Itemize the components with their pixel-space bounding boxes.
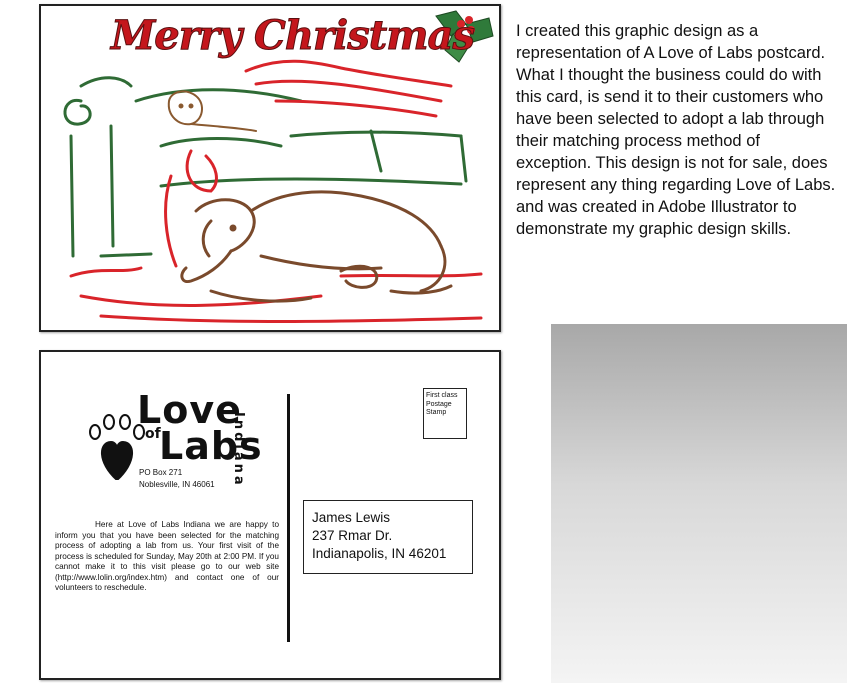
recipient-street: 237 Rmar Dr.	[312, 528, 393, 543]
recipient-city: Indianapolis, IN 46201	[312, 546, 447, 561]
postcard-back: Love of Labs Indiana PO Box 271 Noblesvi…	[39, 350, 501, 680]
red-accents	[69, 59, 483, 323]
address-box: James Lewis 237 Rmar Dr. Indianapolis, I…	[303, 500, 473, 574]
gray-gradient-panel	[551, 324, 847, 683]
center-divider	[287, 394, 290, 642]
card-title: Merry Christmas	[111, 12, 476, 60]
logo-labs: Labs	[159, 424, 263, 468]
logo-indiana: Indiana	[231, 412, 246, 488]
po-box: PO Box 271	[139, 468, 183, 477]
postcard-message: Here at Love of Labs Indiana we are happ…	[55, 520, 279, 592]
recipient-name: James Lewis	[312, 510, 391, 525]
dog-sketch	[180, 190, 453, 303]
design-description: I created this graphic design as a repre…	[516, 22, 836, 238]
stamp-box: First class Postage Stamp	[423, 388, 467, 439]
stamp-line: Stamp	[426, 409, 447, 416]
sofa-lines	[63, 76, 468, 258]
sender-city: Noblesville, IN 46061	[139, 480, 215, 489]
stamp-line: First class	[426, 392, 458, 399]
puppy-sketch	[167, 90, 257, 132]
stamp-line: Postage	[426, 400, 452, 408]
postcard-front: Merry Christmas	[39, 4, 501, 332]
